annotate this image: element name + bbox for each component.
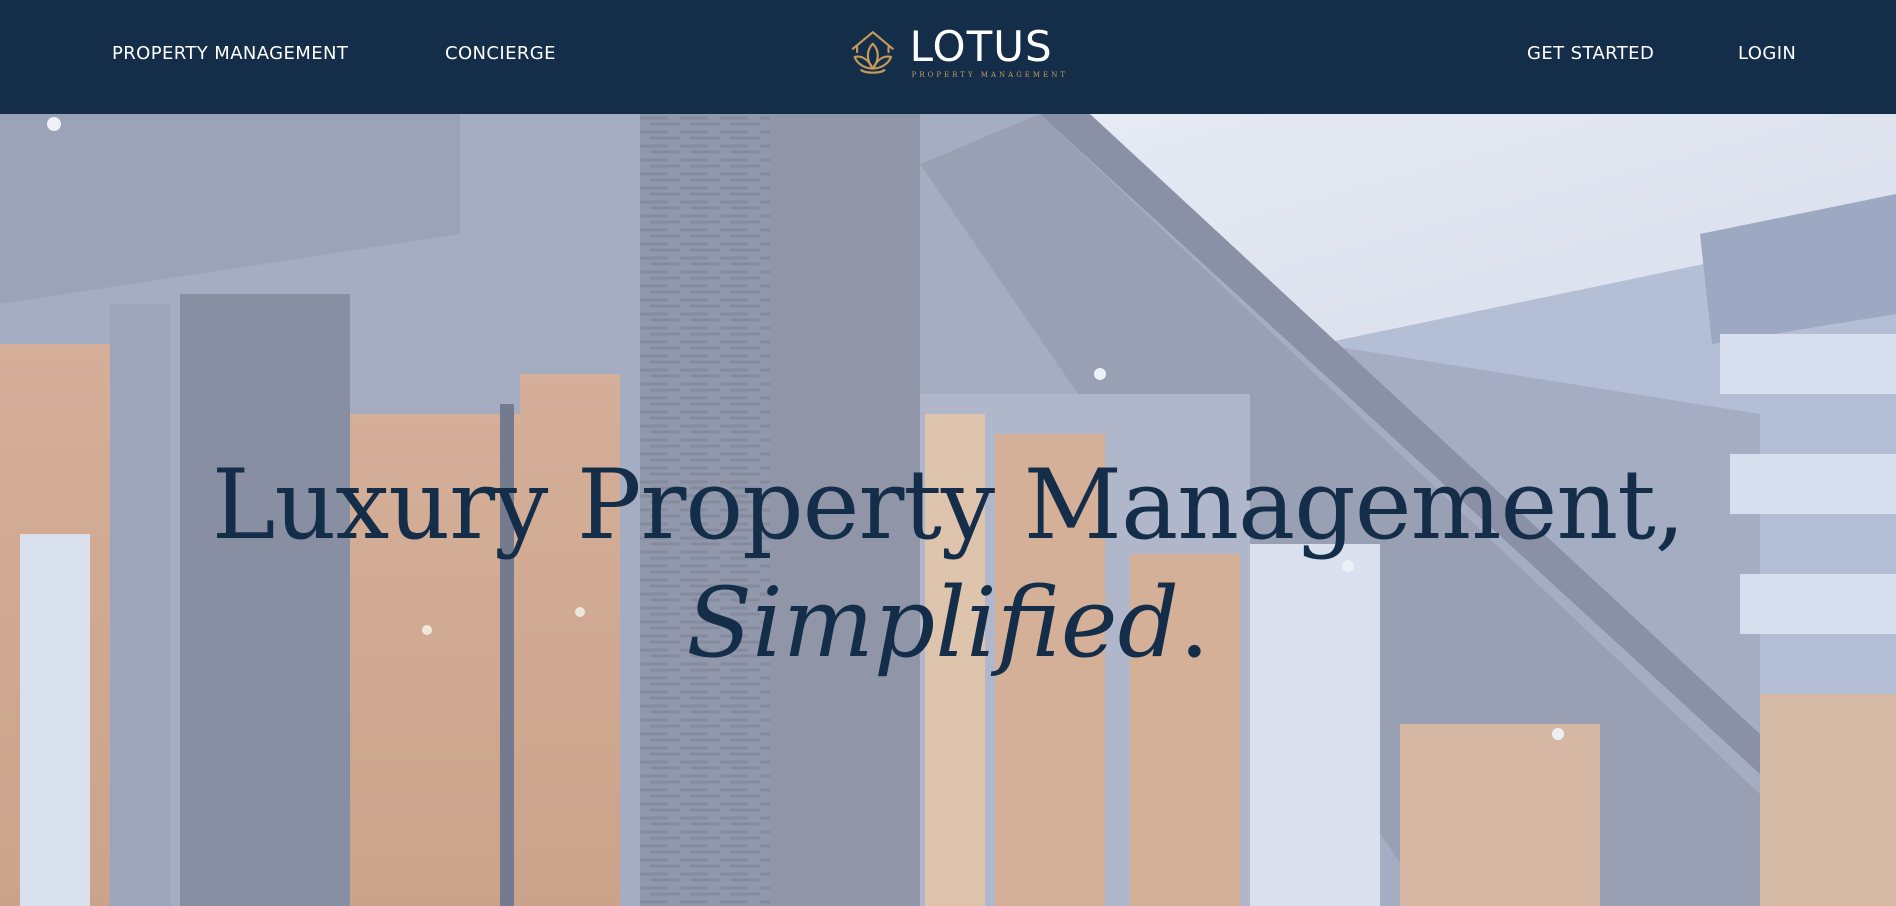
- logo-wordmark: LOTUS: [909, 21, 1053, 71]
- hero-headline-period: .: [1179, 567, 1210, 679]
- nav-link-login[interactable]: LOGIN: [1738, 0, 1796, 106]
- lotus-house-icon: [851, 31, 894, 74]
- lotus-logo[interactable]: LOTUS PROPERTY MANAGEMENT: [848, 22, 1068, 82]
- nav-link-get-started[interactable]: GET STARTED: [1527, 0, 1654, 106]
- logo-tagline: PROPERTY MANAGEMENT: [911, 70, 1068, 79]
- hero-headline-italic: Simplified: [686, 567, 1180, 679]
- hero-headline: Luxury Property Management, Simplified.: [0, 446, 1896, 682]
- nav-link-concierge[interactable]: CONCIERGE: [445, 0, 556, 106]
- hero-headline-line-2: Simplified.: [0, 564, 1896, 682]
- hero-section: Luxury Property Management, Simplified.: [0, 114, 1896, 906]
- top-navigation-bar: PROPERTY MANAGEMENT CONCIERGE LOTUS PROP…: [0, 0, 1896, 114]
- hero-headline-line-1: Luxury Property Management,: [211, 449, 1686, 561]
- nav-link-property-management[interactable]: PROPERTY MANAGEMENT: [112, 0, 348, 106]
